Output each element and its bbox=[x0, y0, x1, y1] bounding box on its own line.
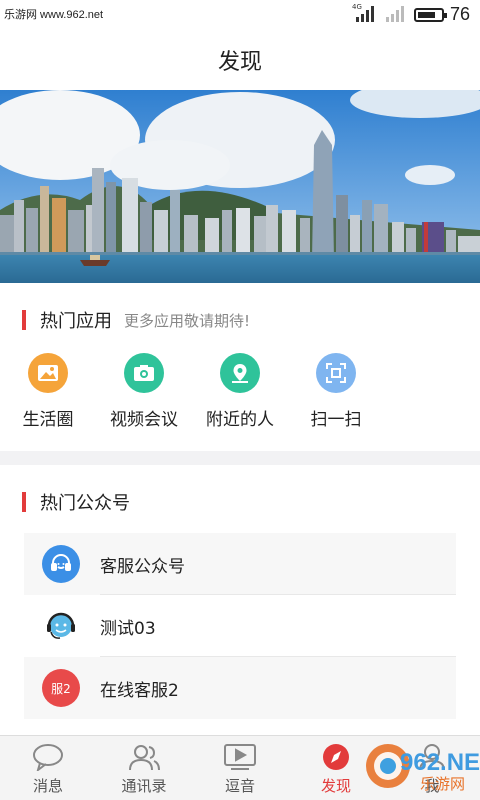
compass-icon bbox=[319, 742, 353, 772]
watermark-logo-subtext: 乐游网 bbox=[420, 775, 465, 793]
signal-strength-secondary-icon bbox=[386, 6, 404, 22]
tab-label: 逗音 bbox=[224, 777, 255, 795]
hot-apps-header: 热门应用 更多应用敬请期待! bbox=[22, 307, 250, 333]
section-accent-bar bbox=[22, 492, 26, 512]
city-skyline-image bbox=[0, 90, 480, 283]
app-label: 附近的人 bbox=[206, 410, 274, 430]
list-item-account[interactable]: 客服公众号 bbox=[24, 533, 456, 595]
section-accent-bar bbox=[22, 310, 26, 330]
photo-icon bbox=[28, 353, 68, 393]
public-accounts-header: 热门公众号 bbox=[22, 489, 130, 515]
app-item-life-circle[interactable]: 生活圈 bbox=[0, 353, 98, 430]
account-name: 在线客服2 bbox=[100, 680, 179, 701]
list-item-account[interactable]: 服2 在线客服2 bbox=[24, 657, 456, 719]
app-label: 生活圈 bbox=[22, 410, 74, 430]
status-bar: 乐游网 www.962.net 4G 76 bbox=[0, 0, 480, 30]
battery-icon bbox=[414, 8, 447, 22]
page-title: 发现 bbox=[217, 50, 262, 75]
tab-contacts[interactable]: 通讯录 bbox=[96, 736, 192, 800]
title-bar: 发现 bbox=[0, 30, 480, 90]
scan-icon bbox=[316, 353, 356, 393]
battery-level-text: 76 bbox=[450, 4, 471, 24]
hot-apps-title: 热门应用 bbox=[40, 311, 112, 332]
tab-messages[interactable]: 消息 bbox=[0, 736, 96, 800]
banner-image[interactable] bbox=[0, 90, 480, 283]
headset-icon bbox=[42, 545, 80, 583]
app-item-nearby-people[interactable]: 附近的人 bbox=[190, 353, 290, 430]
list-item-account[interactable]: 测试03 bbox=[24, 595, 456, 657]
watermark-text: 乐游网 www.962.net bbox=[4, 9, 104, 21]
watermark-logo-text: 962.NET bbox=[400, 749, 480, 776]
app-label: 视频会议 bbox=[110, 410, 178, 430]
camera-icon bbox=[124, 353, 164, 393]
public-accounts-title: 热门公众号 bbox=[40, 493, 130, 514]
support-agent-icon bbox=[42, 607, 80, 645]
account-name: 客服公众号 bbox=[100, 556, 185, 577]
video-play-icon bbox=[223, 742, 257, 772]
avatar-badge-text: 服2 bbox=[51, 681, 71, 696]
public-accounts-section: 热门公众号 客服公众号 测试03 服2 在线客服2 bbox=[0, 465, 480, 735]
tab-label: 消息 bbox=[32, 777, 63, 795]
app-item-scan[interactable]: 扫一扫 bbox=[286, 353, 386, 430]
account-avatar-badge: 服2 bbox=[42, 669, 80, 707]
watermark-logo: 962.NET 乐游网 bbox=[362, 742, 480, 794]
hot-apps-section: 热门应用 更多应用敬请期待! 生活圈 视频会议 附近的人 扫一扫 bbox=[0, 283, 480, 451]
map-pin-icon bbox=[220, 353, 260, 393]
public-accounts-list: 客服公众号 测试03 服2 在线客服2 bbox=[24, 533, 456, 719]
app-item-video-meeting[interactable]: 视频会议 bbox=[94, 353, 194, 430]
tab-video[interactable]: 逗音 bbox=[192, 736, 288, 800]
tab-label: 通讯录 bbox=[121, 777, 167, 795]
contacts-icon bbox=[127, 742, 161, 772]
signal-strength-icon bbox=[356, 6, 374, 22]
account-name: 测试03 bbox=[100, 618, 156, 639]
hot-apps-subtitle: 更多应用敬请期待! bbox=[124, 311, 251, 330]
app-label: 扫一扫 bbox=[310, 410, 362, 430]
chat-bubble-icon bbox=[31, 742, 65, 772]
